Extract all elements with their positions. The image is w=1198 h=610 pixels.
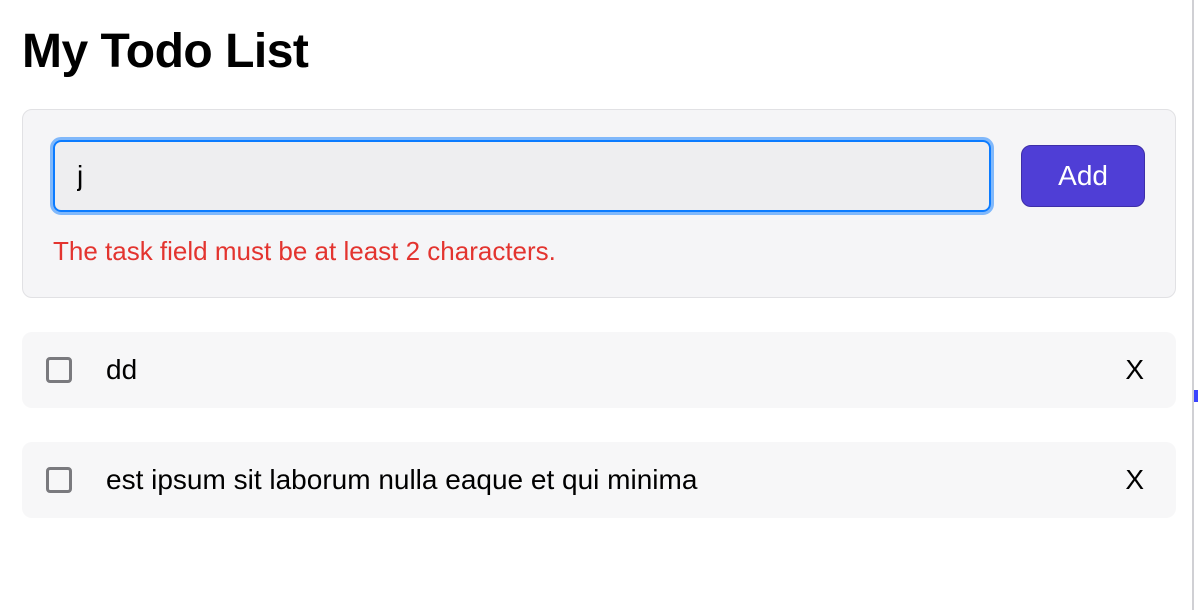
window-edge	[1192, 0, 1198, 610]
todo-checkbox[interactable]	[46, 467, 72, 493]
add-button[interactable]: Add	[1021, 145, 1145, 207]
delete-button[interactable]: X	[1121, 354, 1148, 386]
todo-item: est ipsum sit laborum nulla eaque et qui…	[22, 442, 1176, 518]
scroll-indicator-icon	[1194, 390, 1198, 402]
todo-checkbox[interactable]	[46, 357, 72, 383]
todo-text: dd	[106, 354, 1121, 386]
validation-error: The task field must be at least 2 charac…	[53, 236, 1145, 267]
todo-app: My Todo List Add The task field must be …	[0, 0, 1198, 518]
form-row: Add	[53, 140, 1145, 212]
delete-button[interactable]: X	[1121, 464, 1148, 496]
new-task-form: Add The task field must be at least 2 ch…	[22, 109, 1176, 298]
todo-text: est ipsum sit laborum nulla eaque et qui…	[106, 464, 1121, 496]
page-title: My Todo List	[22, 24, 1176, 79]
todo-item: dd X	[22, 332, 1176, 408]
task-input[interactable]	[53, 140, 991, 212]
